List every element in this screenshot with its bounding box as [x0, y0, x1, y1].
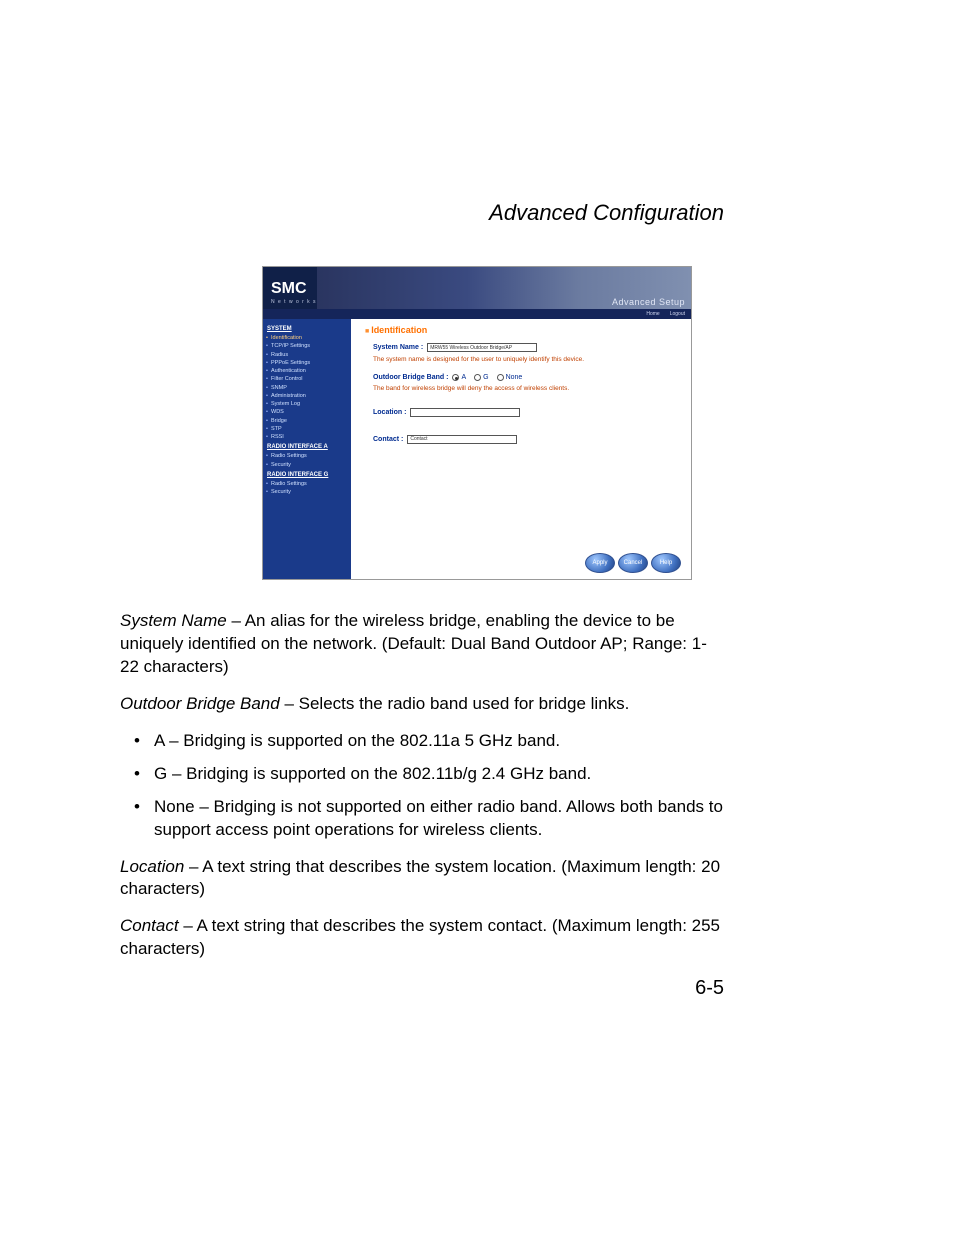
topbar: Home Logout: [263, 309, 691, 319]
band-a-label: A: [461, 374, 466, 381]
sidebar-section-radio-g: RADIO INTERFACE G: [267, 472, 347, 478]
list-item: A – Bridging is supported on the 802.11a…: [120, 730, 724, 753]
logo: SMC: [263, 275, 317, 299]
ui-header: SMC N e t w o r k s Advanced Setup: [263, 267, 691, 309]
router-ui-screenshot: SMC N e t w o r k s Advanced Setup Home …: [262, 266, 692, 580]
desc-bridge-band: – Selects the radio band used for bridge…: [280, 694, 630, 713]
term-bridge-band: Outdoor Bridge Band: [120, 694, 280, 713]
nav-a-radio-settings[interactable]: Radio Settings: [267, 452, 347, 460]
banner-text: Advanced Setup: [612, 297, 685, 307]
page-title: Advanced Configuration: [120, 200, 834, 226]
band-radio-group: A G None: [452, 374, 522, 381]
list-item: G – Bridging is supported on the 802.11b…: [120, 763, 724, 786]
nav-snmp[interactable]: SNMP: [267, 384, 347, 392]
nav-g-radio-settings[interactable]: Radio Settings: [267, 480, 347, 488]
sidebar-section-radio-a: RADIO INTERFACE A: [267, 444, 347, 450]
nav-wds[interactable]: WDS: [267, 408, 347, 416]
para-contact: Contact – A text string that describes t…: [120, 915, 724, 961]
system-name-input[interactable]: [427, 343, 537, 352]
banner: Advanced Setup: [317, 267, 691, 309]
band-options-list: A – Bridging is supported on the 802.11a…: [120, 730, 724, 842]
help-button[interactable]: Help: [651, 553, 681, 573]
nav-g-security[interactable]: Security: [267, 488, 347, 496]
nav-filter-control[interactable]: Filter Control: [267, 375, 347, 383]
location-input[interactable]: [410, 408, 520, 417]
band-radio-a[interactable]: A: [452, 374, 466, 381]
radio-icon: [452, 374, 459, 381]
location-label: Location :: [373, 409, 406, 416]
para-location: Location – A text string that describes …: [120, 856, 724, 902]
para-bridge-band: Outdoor Bridge Band – Selects the radio …: [120, 693, 724, 716]
nav-radius[interactable]: Radius: [267, 351, 347, 359]
content-pane: Identification System Name : The system …: [351, 319, 691, 579]
cancel-button[interactable]: Cancel: [618, 553, 648, 573]
nav-system-log[interactable]: System Log: [267, 400, 347, 408]
band-label: Outdoor Bridge Band :: [373, 374, 448, 381]
contact-label: Contact :: [373, 436, 403, 443]
term-contact: Contact: [120, 916, 179, 935]
band-radio-none[interactable]: None: [497, 374, 523, 381]
nav-rssi[interactable]: RSSI: [267, 433, 347, 441]
nav-stp[interactable]: STP: [267, 425, 347, 433]
band-radio-g[interactable]: G: [474, 374, 488, 381]
band-desc: The band for wireless bridge will deny t…: [373, 385, 673, 393]
radio-icon: [497, 374, 504, 381]
nav-administration[interactable]: Administration: [267, 392, 347, 400]
sidebar: SYSTEM Identification TCP/IP Settings Ra…: [263, 319, 351, 579]
nav-tcpip[interactable]: TCP/IP Settings: [267, 342, 347, 350]
para-system-name: System Name – An alias for the wireless …: [120, 610, 724, 679]
nav-pppoe[interactable]: PPPoE Settings: [267, 359, 347, 367]
home-link[interactable]: Home: [646, 311, 659, 317]
list-item: None – Bridging is not supported on eith…: [120, 796, 724, 842]
band-none-label: None: [506, 374, 523, 381]
term-location: Location: [120, 857, 184, 876]
logo-subtitle: N e t w o r k s: [263, 299, 317, 309]
radio-icon: [474, 374, 481, 381]
apply-button[interactable]: Apply: [585, 553, 615, 573]
logout-link[interactable]: Logout: [670, 311, 685, 317]
desc-location: – A text string that describes the syste…: [120, 857, 720, 899]
nav-authentication[interactable]: Authentication: [267, 367, 347, 375]
nav-identification[interactable]: Identification: [267, 334, 347, 342]
contact-input[interactable]: [407, 435, 517, 444]
nav-bridge[interactable]: Bridge: [267, 417, 347, 425]
sidebar-section-system: SYSTEM: [267, 326, 347, 332]
band-g-label: G: [483, 374, 488, 381]
desc-contact: – A text string that describes the syste…: [120, 916, 720, 958]
system-name-desc: The system name is designed for the user…: [373, 356, 673, 364]
page-number: 6-5: [120, 977, 834, 1000]
nav-a-security[interactable]: Security: [267, 461, 347, 469]
term-system-name: System Name: [120, 611, 227, 630]
system-name-label: System Name :: [373, 344, 423, 351]
content-heading: Identification: [365, 325, 681, 335]
